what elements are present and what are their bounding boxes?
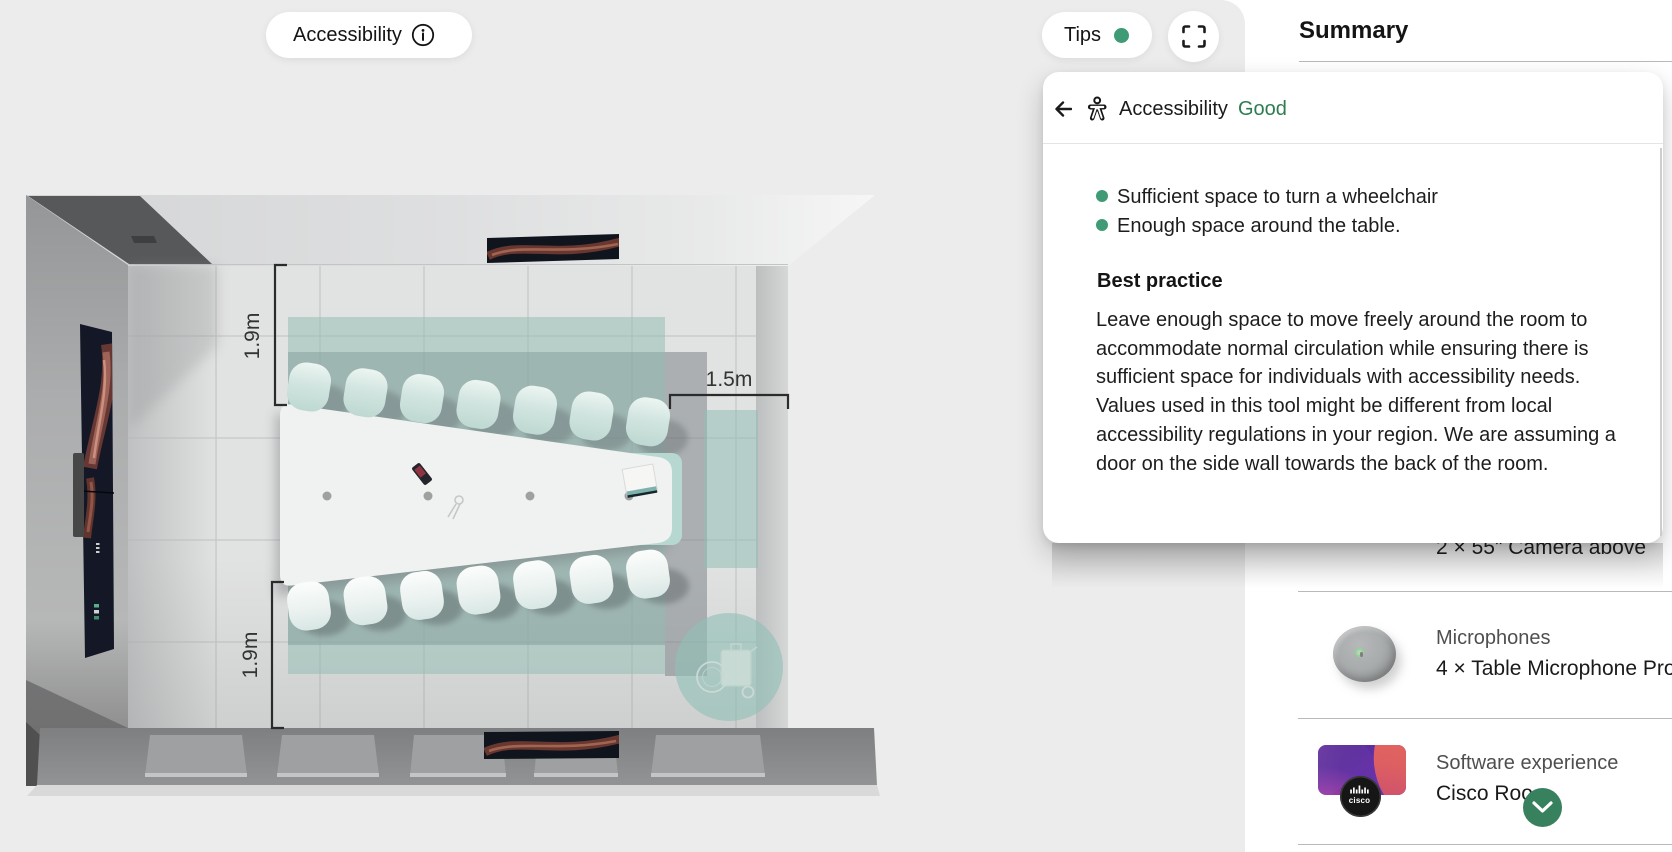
svg-text:1.5m: 1.5m <box>706 368 753 391</box>
svg-text:1.9m: 1.9m <box>241 313 264 360</box>
svg-text:1.9m: 1.9m <box>239 632 262 679</box>
svg-text:cisco: cisco <box>1349 796 1370 805</box>
